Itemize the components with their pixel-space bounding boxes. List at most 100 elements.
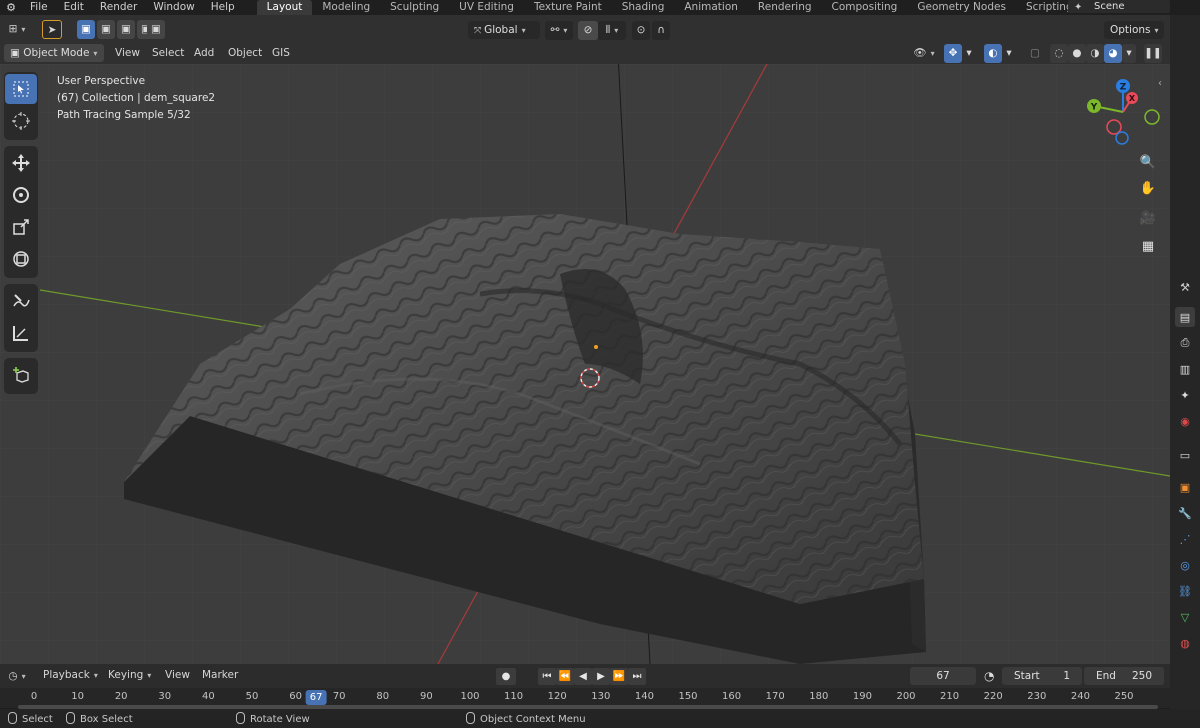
scene-properties-icon[interactable]: ✦ [1175, 385, 1195, 405]
timeline-tick-label: 100 [460, 691, 480, 702]
timeline-menu-marker[interactable]: Marker [202, 666, 238, 685]
menu-help[interactable]: Help [203, 0, 243, 15]
measure-tool-icon[interactable] [5, 318, 37, 348]
menu-object[interactable]: Object [228, 44, 262, 63]
overlay-dropdown-icon[interactable]: ▾ [1002, 44, 1016, 63]
cursor-tool-icon[interactable] [5, 106, 37, 136]
menu-edit[interactable]: Edit [56, 0, 92, 15]
output-properties-icon[interactable]: ⎙ [1175, 333, 1195, 353]
shading-solid-icon[interactable]: ● [1068, 44, 1086, 63]
physics-properties-icon[interactable]: ◎ [1175, 555, 1195, 575]
annotate-tool-icon[interactable] [5, 286, 37, 316]
tab-layout[interactable]: Layout [256, 0, 313, 15]
particle-properties-icon[interactable]: ⋰ [1175, 529, 1195, 549]
jump-start-icon[interactable]: ⏮ [538, 668, 556, 685]
camera-view-icon[interactable]: 🎥 [1137, 207, 1159, 229]
select-mode-new-icon[interactable]: ▣ [77, 20, 95, 39]
menu-view[interactable]: View [115, 44, 140, 63]
status-bar: Select Box Select Rotate View Object Con… [0, 709, 1200, 728]
pan-view-icon[interactable]: ✋ [1137, 177, 1159, 199]
select-box-tool-icon[interactable] [5, 74, 37, 104]
timeline-menu-keying[interactable]: Keying ▾ [108, 666, 151, 685]
timeline-menu-view[interactable]: View [165, 666, 190, 685]
xray-toggle-icon[interactable]: ▢ [1026, 44, 1044, 63]
object-properties-icon[interactable]: ▣ [1175, 477, 1195, 497]
collapse-sidebar-icon[interactable]: ‹ [1158, 78, 1162, 89]
modifier-properties-icon[interactable]: 🔧 [1175, 503, 1195, 523]
render-properties-icon[interactable]: ▤ [1175, 307, 1195, 327]
scene-selector[interactable]: ✦ Scene [1068, 0, 1170, 13]
options-dropdown[interactable]: Options ▾ [1104, 21, 1164, 39]
end-frame-field[interactable]: End 250 [1084, 667, 1164, 685]
menu-render[interactable]: Render [92, 0, 145, 15]
play-icon[interactable]: ▶ [592, 668, 610, 685]
object-visibility-icon[interactable]: 👁 ▾ [910, 44, 938, 63]
snap-toggle-icon[interactable]: ⊘ [578, 21, 598, 40]
transform-orientation-dropdown[interactable]: ⤧ Global ▾ [468, 21, 540, 39]
timeline-menu-playback[interactable]: Playback ▾ [43, 666, 98, 685]
jump-end-icon[interactable]: ⏭ [628, 668, 646, 685]
gizmo-toggle-icon[interactable]: ✥ [944, 44, 962, 63]
shading-wireframe-icon[interactable]: ◌ [1050, 44, 1068, 63]
timeline-editor-type-icon[interactable]: ◷ ▾ [4, 667, 30, 686]
select-mode-intersect-icon[interactable]: ▣ [147, 20, 165, 39]
jump-next-keyframe-icon[interactable]: ⏩ [610, 668, 628, 685]
scale-tool-icon[interactable] [5, 212, 37, 242]
jump-prev-keyframe-icon[interactable]: ⏪ [556, 668, 574, 685]
shading-rendered-icon[interactable]: ◕ [1104, 44, 1122, 63]
overlay-toggle-icon[interactable]: ◐ [984, 44, 1002, 63]
tab-geometry-nodes[interactable]: Geometry Nodes [907, 0, 1016, 15]
collection-properties-icon[interactable]: ▭ [1175, 445, 1195, 465]
data-properties-icon[interactable]: ▽ [1175, 607, 1195, 627]
tab-compositing[interactable]: Compositing [822, 0, 908, 15]
blender-logo-icon[interactable]: ⚙ [0, 1, 22, 14]
gizmo-dropdown-icon[interactable]: ▾ [962, 44, 976, 63]
zoom-view-icon[interactable]: 🔍 [1137, 151, 1159, 173]
world-properties-icon[interactable]: ◉ [1175, 411, 1195, 431]
tab-uv-editing[interactable]: UV Editing [449, 0, 524, 15]
tab-texture-paint[interactable]: Texture Paint [524, 0, 612, 15]
tab-animation[interactable]: Animation [674, 0, 748, 15]
perspective-toggle-icon[interactable]: ▦ [1137, 235, 1159, 257]
menu-file[interactable]: File [22, 0, 56, 15]
auto-keying-icon[interactable]: ● [496, 668, 516, 685]
navigation-gizmo[interactable]: Z Y X [1080, 74, 1166, 150]
proportional-edit-icon[interactable]: ⊙ [632, 21, 650, 40]
proportional-falloff-icon[interactable]: ∩ [652, 21, 670, 40]
rotate-tool-icon[interactable] [5, 180, 37, 210]
play-reverse-icon[interactable]: ◀ [574, 668, 592, 685]
3d-viewport[interactable]: User Perspective (67) Collection | dem_s… [0, 64, 1170, 664]
snap-target-icon[interactable]: ⫴ ▾ [598, 21, 626, 40]
tab-modeling[interactable]: Modeling [312, 0, 380, 15]
current-frame-marker[interactable]: 67 [305, 690, 327, 705]
tab-sculpting[interactable]: Sculpting [380, 0, 449, 15]
move-tool-icon[interactable] [5, 148, 37, 178]
current-frame-field[interactable]: 67 [910, 667, 976, 685]
tool-properties-icon[interactable]: ⚒ [1175, 277, 1195, 297]
shading-dropdown-icon[interactable]: ▾ [1122, 44, 1136, 63]
select-mode-subtract-icon[interactable]: ▣ [117, 20, 135, 39]
menu-window[interactable]: Window [145, 0, 202, 15]
shading-material-icon[interactable]: ◑ [1086, 44, 1104, 63]
editor-type-icon[interactable]: ⊞ ▾ [4, 20, 30, 39]
menu-gis[interactable]: GIS [272, 44, 290, 63]
frame-range-clock-icon[interactable]: ◔ [984, 669, 994, 683]
add-cube-tool-icon[interactable] [5, 360, 37, 390]
select-mode-extend-icon[interactable]: ▣ [97, 20, 115, 39]
tab-rendering[interactable]: Rendering [748, 0, 822, 15]
start-frame-field[interactable]: Start 1 [1002, 667, 1082, 685]
sidebar-toggle-icon[interactable]: ❚❚ [1144, 44, 1162, 63]
tab-shading[interactable]: Shading [612, 0, 675, 15]
timeline-tick-label: 60 [289, 691, 302, 702]
select-tool-icon[interactable]: ➤ [42, 20, 62, 39]
menu-select[interactable]: Select [152, 44, 184, 63]
pivot-point-icon[interactable]: ⚯ ▾ [545, 21, 573, 40]
timeline-tick-label: 200 [896, 691, 916, 702]
view-layer-properties-icon[interactable]: ▥ [1175, 359, 1195, 379]
transform-tool-icon[interactable] [5, 244, 37, 274]
menu-add[interactable]: Add [194, 44, 214, 63]
constraint-properties-icon[interactable]: ⛓ [1175, 581, 1195, 601]
object-mode-dropdown[interactable]: ▣ Object Mode ▾ [4, 44, 104, 62]
material-properties-icon[interactable]: ◍ [1175, 633, 1195, 653]
timeline-tick-label: 140 [634, 691, 654, 702]
